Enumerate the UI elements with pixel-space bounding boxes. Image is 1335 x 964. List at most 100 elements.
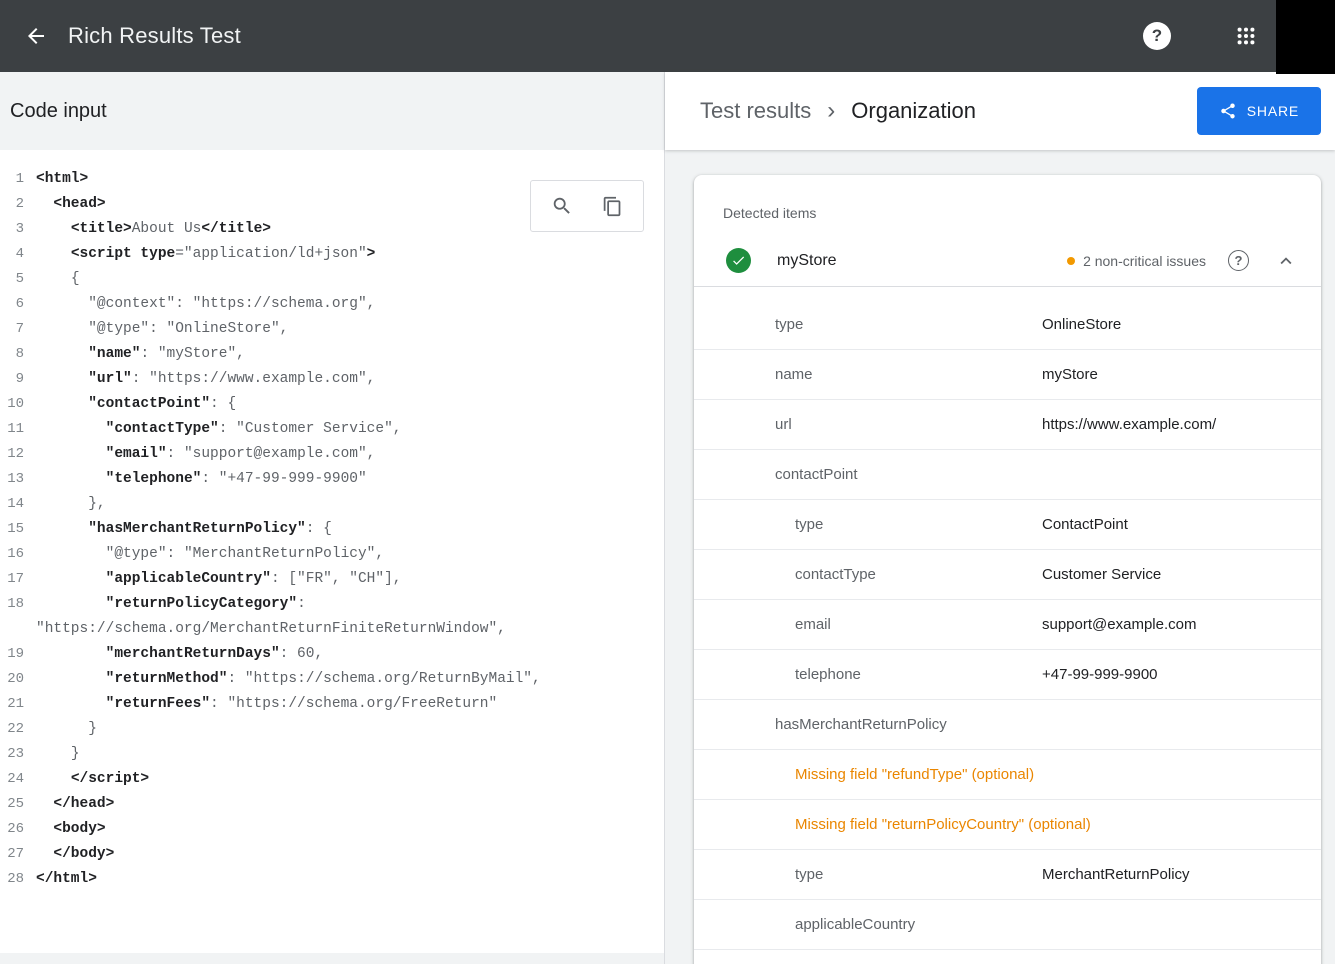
apps-button[interactable] [1235,25,1257,47]
field-row: urlhttps://www.example.com/ [694,400,1321,450]
code-text: </html> [36,867,664,892]
chevron-up-icon [1275,250,1297,272]
code-line: 6 "@context": "https://schema.org", [0,292,664,317]
field-row: typeOnlineStore [694,300,1321,350]
code-input-panel: Code input 1<html>2 <head>3 <title>About… [0,72,665,964]
code-line: 5 { [0,267,664,292]
detected-rows: typeOnlineStorenamemyStoreurlhttps://www… [694,287,1321,950]
app-title: Rich Results Test [68,23,241,49]
field-row: namemyStore [694,350,1321,400]
line-number: 26 [0,817,36,842]
row-label: telephone [795,666,1042,683]
code-text: "applicableCountry": ["FR", "CH"], [36,567,664,592]
line-number: 6 [0,292,36,317]
code-input-title: Code input [10,100,107,123]
row-label: type [795,866,1042,883]
group-row: hasMerchantReturnPolicy [694,700,1321,750]
code-line: 23 } [0,742,664,767]
field-row: emailsupport@example.com [694,600,1321,650]
code-text: "email": "support@example.com", [36,442,664,467]
row-value: OnlineStore [1042,316,1121,333]
code-text: }, [36,492,664,517]
code-line: 14 }, [0,492,664,517]
line-number: 23 [0,742,36,767]
row-label: email [795,616,1042,633]
code-lines: 1<html>2 <head>3 <title>About Us</title>… [0,167,664,892]
row-label: name [775,366,1042,383]
topbar-corner-black-box [1276,0,1335,74]
help-button[interactable]: ? [1143,22,1171,50]
code-line: 25 </head> [0,792,664,817]
row-value: https://www.example.com/ [1042,416,1216,433]
line-number: 25 [0,792,36,817]
code-line: 12 "email": "support@example.com", [0,442,664,467]
code-line: 8 "name": "myStore", [0,342,664,367]
code-text: "telephone": "+47-99-999-9900" [36,467,664,492]
row-value: ContactPoint [1042,516,1128,533]
group-row: applicableCountry [694,900,1321,950]
row-label: type [775,316,1042,333]
code-text: "contactType": "Customer Service", [36,417,664,442]
code-text: "name": "myStore", [36,342,664,367]
share-button[interactable]: SHARE [1197,87,1321,135]
code-line: 13 "telephone": "+47-99-999-9900" [0,467,664,492]
code-text: "@type": "OnlineStore", [36,317,664,342]
code-line: 28</html> [0,867,664,892]
detected-items-card: Detected items myStore 2 non-critical is… [694,175,1321,964]
code-text: <body> [36,817,664,842]
line-number: 7 [0,317,36,342]
code-line: 15 "hasMerchantReturnPolicy": { [0,517,664,542]
test-results-panel: Test results › Organization SHARE Detect… [665,72,1335,964]
line-number: 28 [0,867,36,892]
line-number: 13 [0,467,36,492]
collapse-button[interactable] [1275,250,1297,272]
code-line: 18 "returnPolicyCategory": "https://sche… [0,592,664,642]
line-number: 11 [0,417,36,442]
row-label: applicableCountry [795,916,1042,933]
row-label: type [795,516,1042,533]
breadcrumb: Test results › Organization [700,98,976,124]
check-circle-icon [726,248,751,273]
line-number: 5 [0,267,36,292]
search-button[interactable] [542,186,582,226]
code-line: 27 </body> [0,842,664,867]
code-line: 9 "url": "https://www.example.com", [0,367,664,392]
horizontal-scrollbar[interactable] [0,953,664,964]
copy-icon [602,196,623,217]
row-label: contactType [795,566,1042,583]
field-row: telephone+47-99-999-9900 [694,650,1321,700]
line-number: 3 [0,217,36,242]
share-icon [1219,102,1237,120]
line-number: 27 [0,842,36,867]
field-row: typeMerchantReturnPolicy [694,850,1321,900]
arrow-left-icon [24,24,48,48]
row-label: contactPoint [775,466,1042,483]
code-line: 24 </script> [0,767,664,792]
help-glyph: ? [1152,26,1162,46]
row-label: url [775,416,1042,433]
row-label: Missing field "returnPolicyCountry" (opt… [795,816,1091,833]
code-text: </body> [36,842,664,867]
topbar: Rich Results Test ? [0,0,1335,72]
code-toolbar [530,180,644,232]
code-line: 26 <body> [0,817,664,842]
breadcrumb-test-results[interactable]: Test results [700,98,811,124]
issues-count: 2 non-critical issues [1083,253,1206,269]
code-line: 10 "contactPoint": { [0,392,664,417]
code-input-header: Code input [0,72,664,150]
code-line: 19 "merchantReturnDays": 60, [0,642,664,667]
code-text: </head> [36,792,664,817]
line-number: 19 [0,642,36,667]
code-line: 4 <script type="application/ld+json"> [0,242,664,267]
line-number: 2 [0,192,36,217]
code-editor[interactable]: 1<html>2 <head>3 <title>About Us</title>… [0,150,664,964]
copy-button[interactable] [592,186,632,226]
code-text: "contactPoint": { [36,392,664,417]
back-button[interactable] [12,12,60,60]
line-number: 24 [0,767,36,792]
entity-header-row[interactable]: myStore 2 non-critical issues ? [694,235,1321,287]
help-outline-icon[interactable]: ? [1228,250,1249,271]
line-number: 18 [0,592,36,642]
line-number: 8 [0,342,36,367]
chevron-right-icon: › [827,99,835,123]
